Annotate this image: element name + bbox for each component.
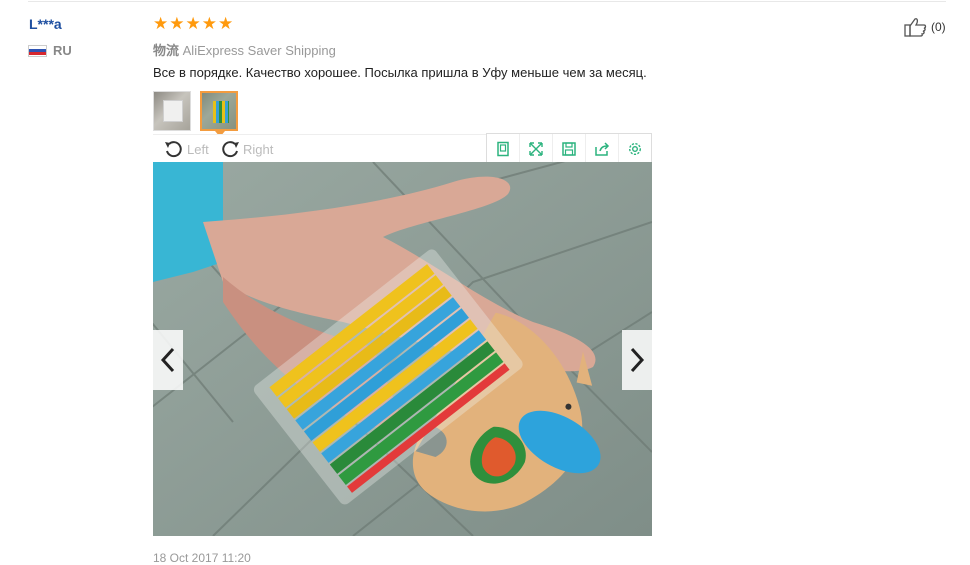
russia-flag-icon (28, 44, 47, 57)
viewer-tools (486, 133, 652, 165)
top-divider (28, 1, 946, 2)
star-icon: ★ (153, 14, 169, 33)
previous-image-button[interactable] (153, 330, 183, 390)
save-button[interactable] (552, 134, 585, 164)
star-icon: ★ (185, 14, 201, 33)
country-code: RU (53, 43, 72, 58)
chevron-left-icon (160, 347, 175, 373)
rotate-right-button[interactable]: Right (219, 139, 273, 159)
rotate-right-icon (222, 141, 239, 158)
rotate-left-button[interactable]: Left (163, 139, 209, 159)
thumbs-up-icon (904, 18, 927, 37)
review-thumbnail-1[interactable] (153, 91, 191, 131)
reviewer-name[interactable]: L***a (29, 16, 62, 32)
fullscreen-button[interactable] (519, 134, 552, 164)
viewer-toolbar: Left Right (153, 133, 652, 165)
review-date: 18 Oct 2017 11:20 (153, 551, 251, 565)
shipping-method: AliExpress Saver Shipping (182, 43, 336, 58)
fullscreen-icon (529, 142, 543, 156)
star-icon: ★ (169, 14, 185, 33)
settings-button[interactable] (618, 134, 651, 164)
star-rating: ★ ★ ★ ★ ★ (153, 14, 233, 34)
image-viewer: Left Right (153, 133, 652, 540)
share-button[interactable] (585, 134, 618, 164)
star-icon: ★ (218, 14, 234, 33)
toy-thumbnail-content (213, 101, 229, 123)
reviewer-country: RU (28, 43, 72, 58)
chevron-right-icon (630, 347, 645, 373)
shipping-info: 物流 AliExpress Saver Shipping (153, 40, 336, 59)
like-count: (0) (931, 20, 946, 34)
rotate-left-label: Left (187, 141, 209, 157)
rotate-right-label: Right (243, 141, 274, 157)
like-button[interactable]: (0) (904, 17, 946, 37)
rotate-left-icon (165, 141, 182, 158)
settings-icon (628, 142, 642, 156)
next-image-button[interactable] (622, 330, 652, 390)
star-icon: ★ (201, 14, 217, 33)
review-thumbnail-2[interactable] (200, 91, 238, 131)
fit-screen-button[interactable] (487, 134, 519, 164)
review-photo (153, 162, 652, 536)
share-icon (595, 142, 610, 156)
review-text: Все в порядке. Качество хорошее. Посылка… (153, 65, 647, 80)
package-thumbnail-content (163, 100, 183, 122)
save-icon (562, 142, 576, 156)
shipping-label: 物流 (153, 43, 180, 58)
review-photo-image (153, 162, 652, 536)
fit-screen-icon (497, 141, 509, 157)
